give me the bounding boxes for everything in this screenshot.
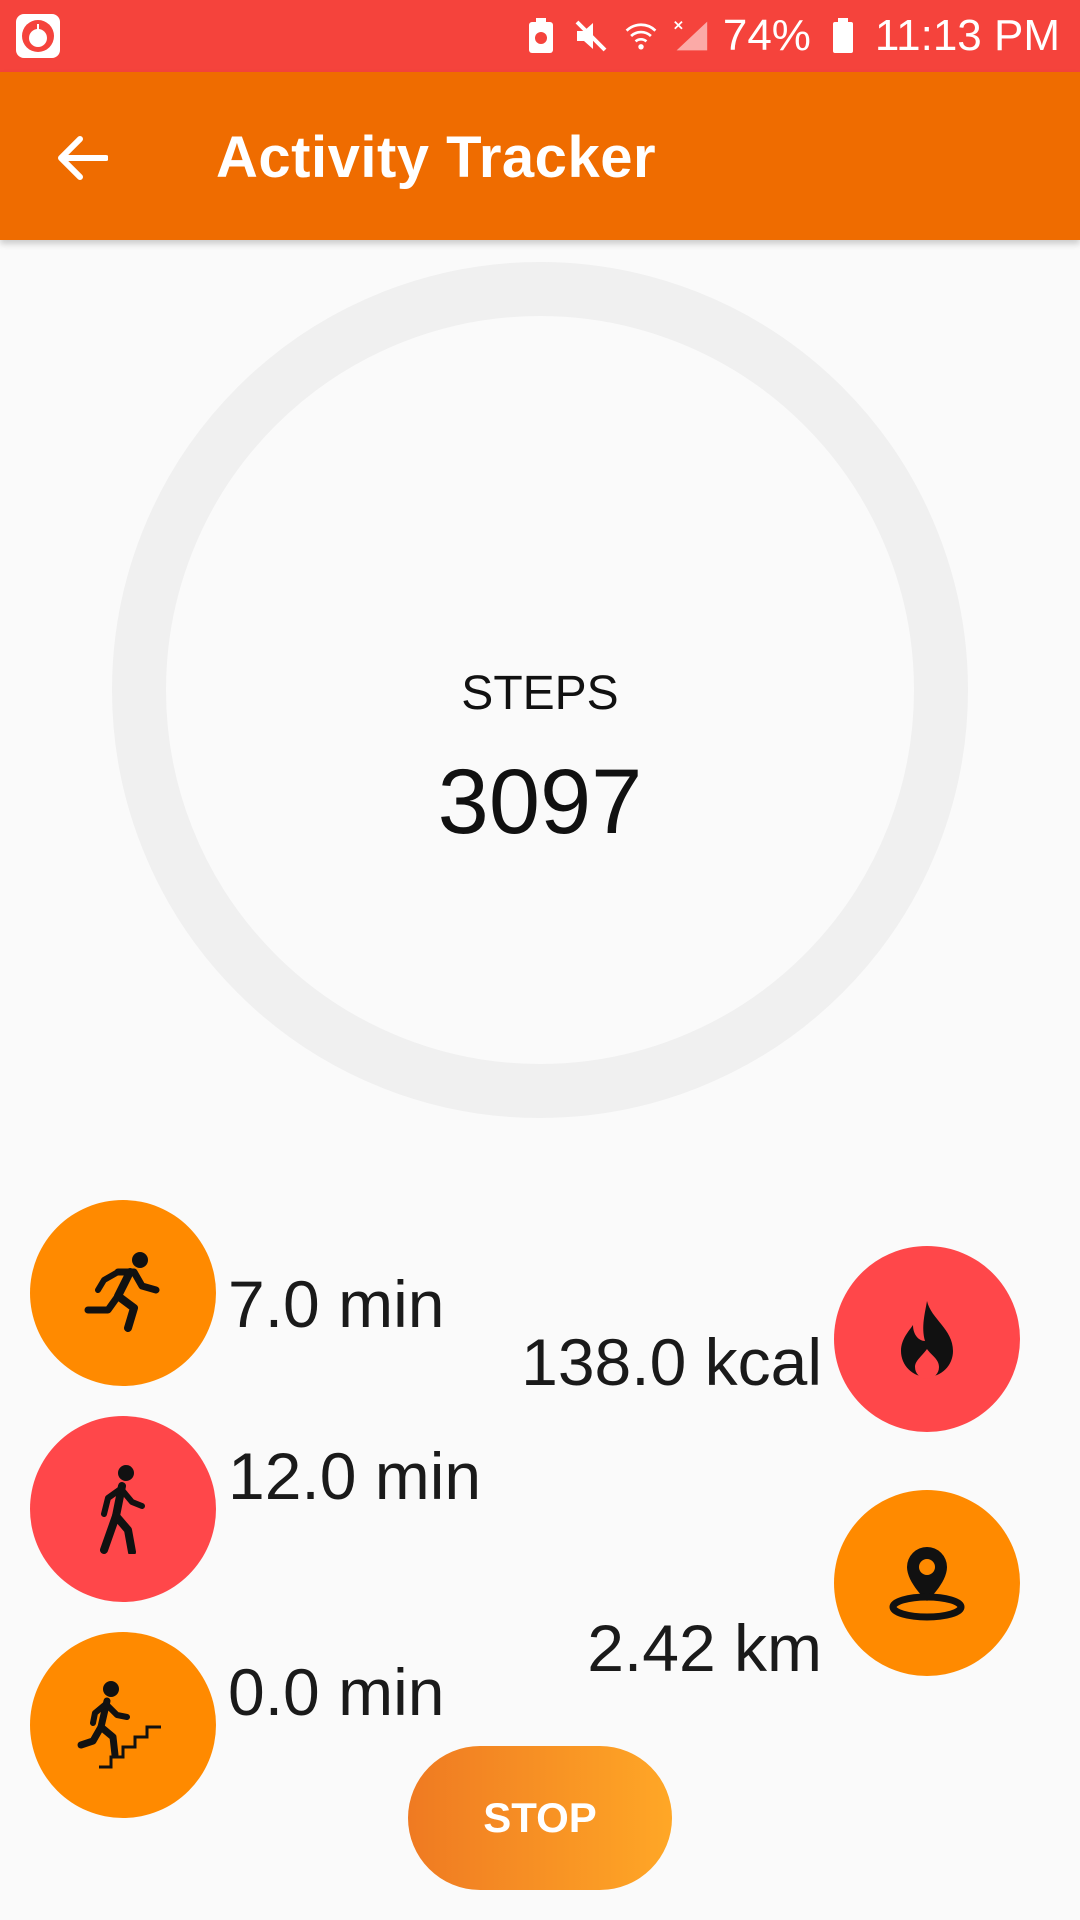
arrow-left-icon <box>58 136 108 180</box>
stairs-time: 0.0 min <box>228 1655 445 1729</box>
walking-stat-button[interactable] <box>30 1416 216 1602</box>
calories-value: 138.0 kcal <box>521 1325 822 1399</box>
battery-icon <box>825 18 861 54</box>
steps-count: 3097 <box>437 751 643 853</box>
battery-percent: 74% <box>722 11 811 60</box>
running-stat-button[interactable] <box>30 1200 216 1386</box>
distance-stat-button[interactable] <box>834 1490 1020 1676</box>
no-signal-icon <box>673 18 709 54</box>
stop-button[interactable]: STOP <box>408 1746 672 1890</box>
mute-icon <box>573 18 609 54</box>
app-logo-icon <box>16 14 60 58</box>
running-time: 7.0 min <box>228 1267 445 1341</box>
back-button[interactable] <box>50 126 114 190</box>
distance-value: 2.42 km <box>587 1611 822 1685</box>
stairs-icon <box>77 1681 161 1769</box>
running-icon <box>84 1252 160 1332</box>
flame-icon <box>901 1301 953 1379</box>
wifi-icon <box>623 18 659 54</box>
page-title: Activity Tracker <box>216 125 657 190</box>
walking-time: 12.0 min <box>228 1439 482 1513</box>
walking-icon <box>100 1465 145 1554</box>
clock: 11:13 PM <box>874 11 1060 60</box>
location-pin-icon <box>889 1547 965 1621</box>
status-bar: 74% 11:13 PM <box>0 0 1080 72</box>
status-icons: 74% 11:13 PM <box>523 0 1060 72</box>
calories-stat-button[interactable] <box>834 1246 1020 1432</box>
stairs-stat-button[interactable] <box>30 1632 216 1818</box>
app-bar: Activity Tracker <box>0 72 1080 240</box>
battery-saver-icon <box>523 18 559 54</box>
steps-label: STEPS <box>461 667 619 720</box>
